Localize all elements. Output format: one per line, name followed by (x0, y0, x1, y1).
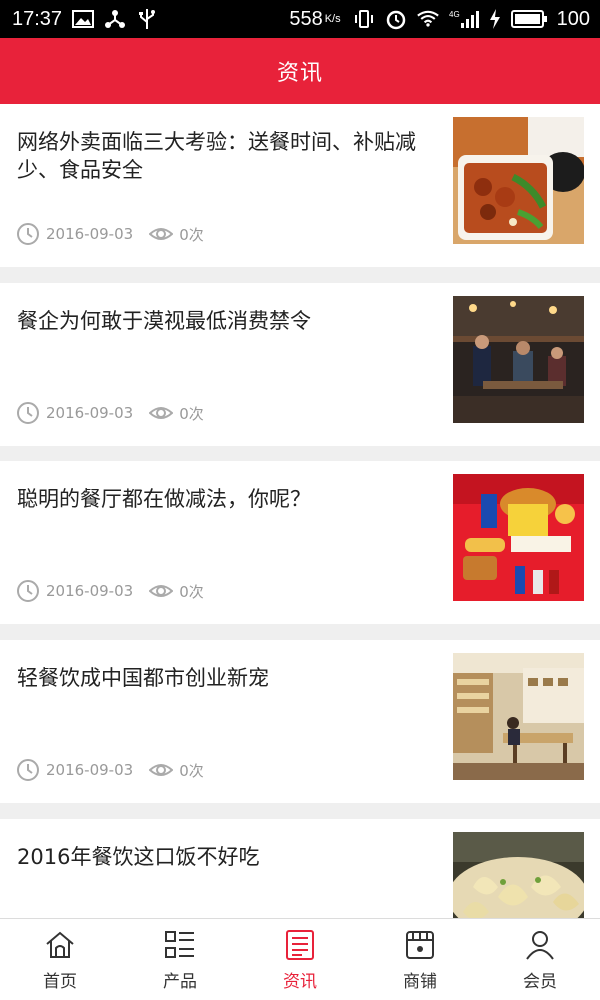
charging-icon (489, 8, 501, 30)
nav-member[interactable]: 会员 (480, 919, 600, 1000)
news-thumbnail-cafe-interior[interactable] (453, 653, 584, 780)
news-meta: 2016-09-03 0次 (16, 401, 204, 425)
nav-home[interactable]: 首页 (0, 919, 120, 1000)
user-icon (524, 929, 556, 961)
home-icon (44, 929, 76, 961)
news-thumbnail-dumplings[interactable] (453, 832, 584, 918)
clock-icon (16, 222, 40, 246)
news-item[interactable]: 网络外卖面临三大考验：送餐时间、补贴减少、食品安全 2016-09-03 0次 (0, 104, 600, 267)
vibrate-icon (353, 8, 375, 30)
news-views: 0次 (179, 582, 204, 601)
nav-news[interactable]: 资讯 (240, 919, 360, 1000)
cell-signal-icon: 4G (449, 8, 479, 30)
eye-icon (149, 401, 174, 425)
news-icon (284, 929, 316, 961)
news-title[interactable]: 2016年餐饮这口饭不好吃 (17, 843, 417, 871)
battery-level: 100 (556, 7, 590, 30)
header: 资讯 (0, 38, 600, 104)
alarm-icon (385, 8, 407, 30)
battery-icon (510, 8, 547, 30)
news-item[interactable]: 聪明的餐厅都在做减法，你呢？ 2016-09-03 0次 (0, 461, 600, 624)
nav-label: 资讯 (283, 972, 317, 992)
news-meta: 2016-09-03 0次 (16, 758, 204, 782)
nav-products[interactable]: 产品 (120, 919, 240, 1000)
network-speed: 558 (289, 7, 323, 30)
news-list: 网络外卖面临三大考验：送餐时间、补贴减少、食品安全 2016-09-03 0次 (0, 104, 600, 918)
clock-icon (16, 758, 40, 782)
news-date: 2016-09-03 (46, 582, 134, 600)
nav-label: 会员 (523, 972, 557, 992)
news-title[interactable]: 轻餐饮成中国都市创业新宠 (17, 664, 417, 692)
news-meta: 2016-09-03 0次 (16, 579, 204, 603)
news-date: 2016-09-03 (46, 225, 134, 243)
svg-text:4G: 4G (449, 10, 460, 19)
store-icon (404, 929, 436, 961)
news-views: 0次 (179, 404, 204, 423)
news-views: 0次 (179, 225, 204, 244)
news-title[interactable]: 聪明的餐厅都在做减法，你呢？ (17, 485, 417, 513)
eye-icon (149, 222, 174, 246)
status-time: 17:37 (12, 7, 63, 30)
clock-icon (16, 579, 40, 603)
bottom-nav: 首页 产品 资讯 商铺 会员 (0, 918, 600, 1000)
wifi-icon (416, 8, 439, 30)
eye-icon (149, 579, 174, 603)
news-thumbnail-fast-food-poster[interactable] (453, 474, 584, 601)
gallery-icon (72, 8, 95, 30)
news-views: 0次 (179, 761, 204, 780)
nav-label: 产品 (163, 972, 197, 992)
news-date: 2016-09-03 (46, 404, 134, 422)
eye-icon (149, 758, 174, 782)
usb-icon (136, 8, 158, 30)
clock-icon (16, 401, 40, 425)
status-bar: 17:37 558 K/s 4G 100 (0, 0, 600, 38)
nav-store[interactable]: 商铺 (360, 919, 480, 1000)
news-date: 2016-09-03 (46, 761, 134, 779)
nav-label: 商铺 (403, 972, 437, 992)
news-item[interactable]: 餐企为何敢于漠视最低消费禁令 2016-09-03 0次 (0, 283, 600, 446)
news-item[interactable]: 2016年餐饮这口饭不好吃 (0, 819, 600, 918)
news-title[interactable]: 网络外卖面临三大考验：送餐时间、补贴减少、食品安全 (17, 128, 417, 184)
news-item[interactable]: 轻餐饮成中国都市创业新宠 2016-09-03 0次 (0, 640, 600, 803)
network-speed-unit: K/s (324, 13, 341, 25)
news-meta: 2016-09-03 0次 (16, 222, 204, 246)
share-icon (104, 8, 126, 30)
nav-label: 首页 (43, 972, 77, 992)
list-icon (164, 929, 196, 961)
news-thumbnail-restaurant-interior[interactable] (453, 296, 584, 423)
news-thumbnail-takeout-food[interactable] (453, 117, 584, 244)
news-title[interactable]: 餐企为何敢于漠视最低消费禁令 (17, 307, 417, 335)
page-title: 资讯 (276, 61, 323, 86)
